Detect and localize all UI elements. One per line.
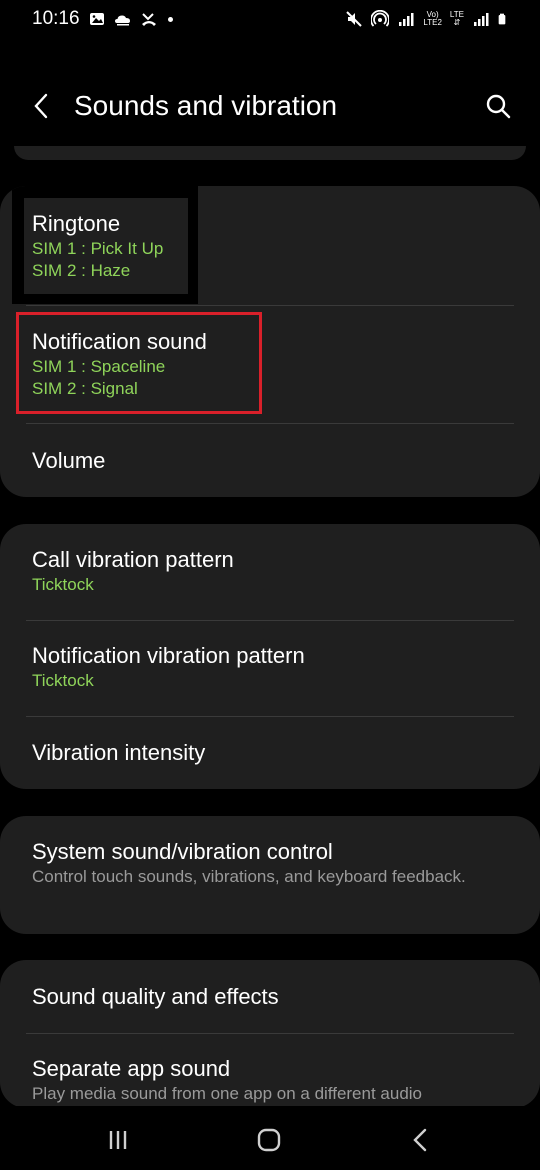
divider	[26, 305, 514, 306]
volume-item[interactable]: Volume	[32, 447, 514, 475]
ringtone-item[interactable]: Ringtone SIM 1 : Pick It Up SIM 2 : Haze	[32, 210, 514, 282]
chevron-left-icon	[34, 93, 48, 119]
app-header: Sounds and vibration	[0, 70, 540, 142]
signal-sim2-icon	[474, 13, 489, 26]
separate-app-sound-item[interactable]: Separate app sound Play media sound from…	[32, 1055, 514, 1105]
notification-vibration-pattern-item[interactable]: Notification vibration pattern Ticktock	[32, 642, 514, 692]
lte-label: LTE ⇵	[449, 10, 464, 27]
status-left-icons	[88, 10, 173, 28]
call-vibration-pattern-item[interactable]: Call vibration pattern Ticktock	[32, 546, 514, 596]
page-title: Sounds and vibration	[74, 90, 338, 121]
call-vibration-pattern-title: Call vibration pattern	[32, 547, 234, 572]
home-button[interactable]	[251, 1122, 287, 1158]
cloud-icon	[115, 15, 130, 26]
vibration-intensity-title: Vibration intensity	[32, 740, 206, 765]
notification-vibration-pattern-title: Notification vibration pattern	[32, 643, 305, 668]
signal-sim1-icon	[399, 13, 414, 26]
sound-quality-and-effects-title: Sound quality and effects	[32, 984, 279, 1009]
status-right-icons: Vo) LTE2 LTE ⇵	[345, 10, 510, 28]
gallery-icon	[90, 13, 104, 25]
system-sound-vibration-control-title: System sound/vibration control	[32, 839, 333, 864]
status-bar: 10:16 Vo) LTE2 LTE ⇵	[0, 0, 540, 40]
volte-lte2-label: Vo) LTE2	[423, 10, 442, 27]
missed-call-icon	[142, 13, 156, 26]
notification-sound-item[interactable]: Notification sound SIM 1 : Spaceline SIM…	[32, 328, 514, 400]
sound-settings-card: Ringtone SIM 1 : Pick It Up SIM 2 : Haze…	[0, 186, 540, 497]
home-icon	[257, 1128, 281, 1152]
notification-sound-title: Notification sound	[32, 329, 207, 354]
back-chevron-icon	[413, 1128, 427, 1152]
system-sound-vibration-control-desc: Control touch sounds, vibrations, and ke…	[32, 867, 466, 886]
divider	[26, 1033, 514, 1034]
divider	[26, 620, 514, 621]
navigation-bar	[0, 1106, 540, 1170]
notification-sound-sim1: SIM 1 : Spaceline	[32, 357, 166, 376]
divider	[26, 423, 514, 424]
recent-apps-button[interactable]	[100, 1122, 136, 1158]
vibration-intensity-item[interactable]: Vibration intensity	[32, 739, 514, 767]
vibration-settings-card: Call vibration pattern Ticktock Notifica…	[0, 524, 540, 789]
search-icon	[486, 94, 511, 119]
sound-quality-card: Sound quality and effects Separate app s…	[0, 960, 540, 1108]
notification-dot-icon	[168, 16, 173, 22]
sound-quality-and-effects-item[interactable]: Sound quality and effects	[32, 983, 514, 1011]
search-button[interactable]	[482, 90, 514, 122]
mute-icon	[346, 11, 363, 27]
ringtone-sim1: SIM 1 : Pick It Up	[32, 239, 164, 258]
system-sound-vibration-control-item[interactable]: System sound/vibration control Control t…	[32, 838, 500, 888]
ringtone-title: Ringtone	[32, 211, 121, 236]
status-time: 10:16	[32, 8, 80, 29]
notification-sound-sim2: SIM 2 : Signal	[32, 379, 138, 398]
previous-card-edge	[14, 146, 526, 160]
system-sound-card: System sound/vibration control Control t…	[0, 816, 540, 934]
divider	[26, 716, 514, 717]
battery-icon	[498, 13, 506, 25]
back-button[interactable]	[26, 90, 56, 122]
call-vibration-pattern-value: Ticktock	[32, 575, 94, 594]
volume-title: Volume	[32, 448, 106, 473]
separate-app-sound-title: Separate app sound	[32, 1056, 231, 1081]
recent-apps-icon	[109, 1131, 127, 1149]
hotspot-icon	[371, 10, 390, 27]
separate-app-sound-desc: Play media sound from one app on a diffe…	[32, 1084, 423, 1103]
back-nav-button[interactable]	[402, 1122, 438, 1158]
ringtone-sim2: SIM 2 : Haze	[32, 261, 131, 280]
data-arrows-icon: ⇵	[453, 18, 461, 27]
notification-vibration-pattern-value: Ticktock	[32, 671, 94, 690]
